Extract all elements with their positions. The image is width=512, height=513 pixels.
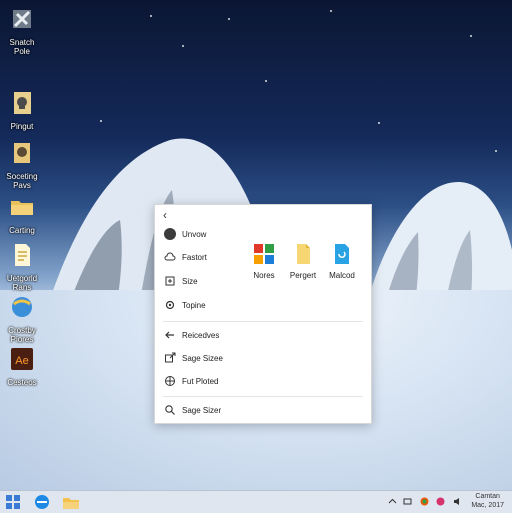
folder-file-icon: [14, 143, 30, 163]
desktop-icon-cesteos[interactable]: Ae Cesteos: [2, 346, 42, 387]
app-tray-icon[interactable]: [420, 497, 429, 506]
menu-item-size[interactable]: Size: [164, 273, 198, 289]
desktop-icon-label: Pingut: [10, 122, 34, 131]
tile-label: Pergert: [289, 271, 317, 280]
menu-item-label: Fut Ploted: [182, 376, 219, 386]
menu-item-fastort[interactable]: Fastort: [164, 249, 207, 265]
menu-item-label: Fastort: [182, 252, 207, 262]
desktop-icon-pingut[interactable]: Pingut: [2, 90, 42, 131]
user-icon: [164, 228, 176, 240]
menu-item-sage-sizee[interactable]: Sage Sizee: [164, 350, 223, 366]
tile-pergert[interactable]: Pergert: [285, 244, 321, 280]
folder-icon: [11, 201, 33, 215]
search-icon: [165, 405, 175, 415]
desktop-icon-label: Snatch Pole: [9, 38, 35, 56]
star: [182, 45, 184, 47]
skull-file-icon: [14, 92, 31, 114]
arrow-left-icon: [165, 331, 174, 339]
menu-item-label: Topine: [182, 300, 206, 310]
tile-label: Malcod: [329, 271, 355, 280]
tile-label: Nores: [253, 271, 275, 280]
menu-item-fut-ploted[interactable]: Fut Ploted: [164, 373, 218, 389]
browser-icon: [12, 297, 32, 317]
menu-separator: [163, 396, 363, 397]
resize-icon: [165, 276, 175, 286]
cloud-icon: [164, 252, 176, 261]
star: [228, 18, 230, 20]
desktop-icon-crostby-plores[interactable]: Crostby Plores: [2, 294, 42, 344]
desktop-icon-carting[interactable]: Carting: [2, 194, 42, 235]
document-icon: [297, 244, 310, 264]
tile-malcod[interactable]: Malcod: [324, 244, 360, 280]
menu-item-label: Sage Sizee: [182, 353, 223, 363]
star: [150, 15, 152, 17]
svg-text:Ae: Ae: [15, 355, 28, 367]
desktop-icon-label: Soceting Pavs: [6, 172, 38, 190]
external-icon: [165, 352, 176, 363]
security-icon[interactable]: [436, 497, 445, 506]
edge-browser-icon[interactable]: [33, 493, 51, 511]
network-icon[interactable]: [403, 497, 412, 506]
back-button[interactable]: ‹: [163, 208, 167, 222]
clock-time: Camtan: [475, 493, 500, 500]
menu-item-label: Size: [182, 276, 198, 286]
tile-grid-icon: [254, 244, 274, 264]
app-blue-icon: [335, 244, 349, 264]
chevron-up-icon[interactable]: [388, 497, 397, 506]
document-icon: [15, 244, 30, 266]
star: [470, 35, 472, 37]
menu-item-sage-sizer[interactable]: Sage Sizer: [164, 402, 221, 418]
menu-item-unvow[interactable]: Unvow: [164, 226, 206, 242]
desktop-icon-soceting-pavs[interactable]: Soceting Pavs: [2, 140, 42, 190]
tile-nores[interactable]: Nores: [246, 244, 282, 280]
desktop-icon-label: Crostby Plores: [8, 326, 36, 344]
desktop-icon-uetgorld-rans[interactable]: Uetgorld Rans: [2, 242, 42, 292]
clock-date: Mac, 2017: [471, 502, 504, 509]
menu-item-label: Sage Sizer: [182, 405, 222, 415]
menu-item-topine[interactable]: Topine: [164, 297, 206, 313]
desktop-icon-snatch-pole[interactable]: Snatch Pole: [2, 6, 42, 56]
menu-item-reicedves[interactable]: Reicedves: [164, 327, 219, 343]
start-menu-panel: ‹ Unvow Fastort Size Topine Reicedves Sa…: [154, 204, 372, 424]
desktop-icon-label: Cesteos: [7, 378, 37, 387]
taskbar: Camtan Mac, 2017: [0, 490, 512, 513]
gear-icon: [165, 300, 175, 310]
windows-start-icon[interactable]: [5, 493, 21, 511]
app-icon: [13, 10, 31, 28]
menu-item-label: Unvow: [182, 229, 207, 239]
desktop-icon-label: Uetgorld Rans: [6, 274, 38, 292]
desktop-icon-label: Carting: [9, 226, 35, 235]
taskbar-clock[interactable]: Camtan Mac, 2017: [471, 492, 504, 510]
menu-item-label: Reicedves: [182, 330, 220, 340]
globe-icon: [165, 376, 175, 386]
star: [330, 10, 332, 12]
star: [265, 80, 267, 82]
volume-icon[interactable]: [453, 497, 462, 506]
file-explorer-icon[interactable]: [62, 493, 80, 511]
adobe-icon: Ae: [11, 348, 33, 370]
menu-separator: [163, 321, 363, 322]
